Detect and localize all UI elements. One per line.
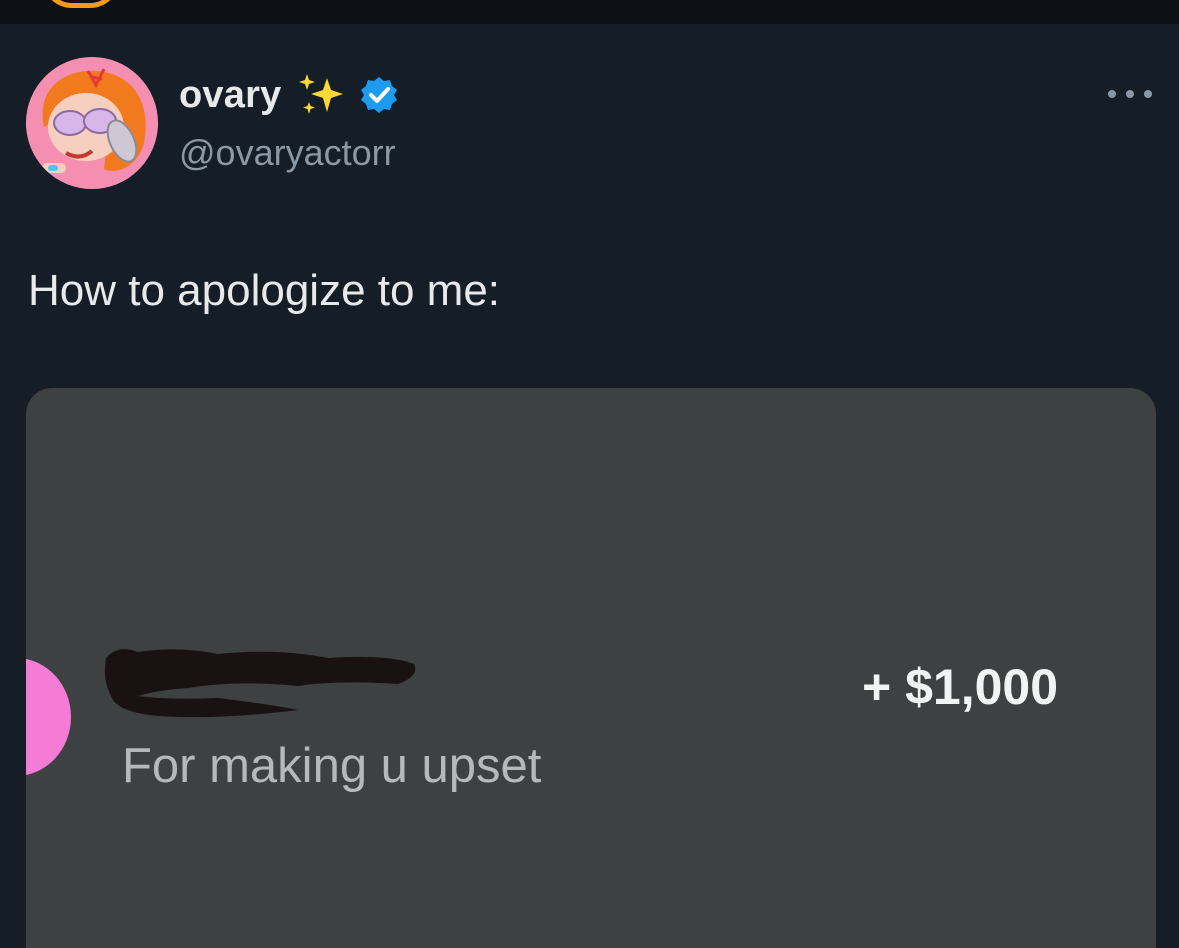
avatar-illustration-icon [26,57,158,189]
avatar[interactable] [26,57,158,189]
tweet-media[interactable]: For making u upset + $1,000 [26,388,1156,948]
tweet-text: How to apologize to me: [28,266,501,315]
sparkles-emoji-icon [299,74,344,114]
more-dot [1144,90,1152,98]
payment-memo: For making u upset [122,739,542,793]
author-name-row[interactable]: ovary [179,72,399,118]
author-name[interactable]: ovary [179,74,281,117]
tweet-card: ovary @ovaryactorr How to apologize to m… [0,24,1179,948]
redaction-scribble [104,649,416,718]
payment-amount: + $1,000 [862,659,1059,715]
author-handle[interactable]: @ovaryactorr [179,132,396,174]
payment-avatar [26,658,71,776]
more-dot [1126,90,1134,98]
more-dot [1108,90,1116,98]
app-icon[interactable] [42,0,120,8]
more-options-icon[interactable] [1108,84,1152,104]
top-bar [0,0,1179,24]
verified-badge-icon[interactable] [359,75,399,115]
